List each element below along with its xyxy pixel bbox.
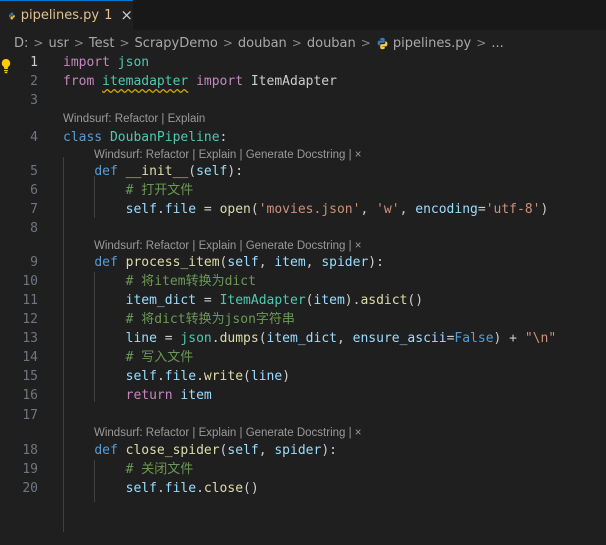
breadcrumb-item-symbols[interactable]: ...	[491, 36, 503, 51]
line-number: 7	[30, 202, 38, 217]
tab-pipelines-py[interactable]: pipelines.py 1 ×	[0, 0, 133, 30]
breadcrumb-item-test[interactable]: Test	[89, 36, 115, 51]
chevron-right-icon: >	[291, 36, 302, 50]
line-number: 13	[22, 331, 38, 346]
python-icon	[8, 12, 15, 19]
breadcrumb-item-douban[interactable]: douban	[238, 36, 287, 51]
line-number: 18	[22, 443, 38, 458]
line-number: 9	[30, 255, 38, 270]
breadcrumb-item-scrapydemo[interactable]: ScrapyDemo	[135, 36, 218, 51]
line-number: 6	[30, 183, 38, 198]
breadcrumb-item-drive[interactable]: D:	[14, 36, 28, 51]
tab-title: pipelines.py	[20, 8, 100, 23]
code-line-10[interactable]: # 将item转换为dict	[63, 272, 256, 291]
line-number: 16	[22, 388, 38, 403]
line-number: 8	[30, 221, 38, 236]
chevron-right-icon: >	[360, 36, 371, 50]
line-number: 14	[22, 350, 38, 365]
code-line-15[interactable]: self.file.write(line)	[63, 367, 290, 386]
code-line-12[interactable]: # 将dict转换为json字符串	[63, 310, 295, 329]
line-number: 5	[30, 164, 38, 179]
tab-bar: pipelines.py 1 ×	[0, 0, 606, 30]
line-number: 20	[22, 481, 38, 496]
line-number: 2	[30, 74, 38, 89]
line-number: 12	[22, 312, 38, 327]
chevron-right-icon: >	[476, 36, 487, 50]
code-line-14[interactable]: # 写入文件	[63, 348, 194, 367]
breadcrumb-item-usr[interactable]: usr	[48, 36, 68, 51]
codelens-class[interactable]: Windsurf: Refactor | Explain	[63, 110, 205, 129]
code-line-16[interactable]: return item	[63, 386, 212, 405]
code-line-11[interactable]: item_dict = ItemAdapter(item).asdict()	[63, 291, 423, 310]
code-editor[interactable]: 1 import json 2 from itemadapter import …	[0, 53, 606, 545]
code-line-4[interactable]: class DoubanPipeline:	[63, 128, 227, 147]
code-line-1[interactable]: import json	[63, 53, 149, 72]
code-line-6[interactable]: # 打开文件	[63, 181, 194, 200]
chevron-right-icon: >	[119, 36, 130, 50]
code-line-13[interactable]: line = json.dumps(item_dict, ensure_asci…	[63, 329, 557, 348]
code-line-9[interactable]: def process_item(self, item, spider):	[63, 253, 384, 272]
line-number: 19	[22, 462, 38, 477]
code-line-2[interactable]: from itemadapter import ItemAdapter	[63, 72, 337, 91]
line-number: 15	[22, 369, 38, 384]
line-number: 10	[22, 274, 38, 289]
line-number: 1	[30, 55, 38, 70]
code-line-7[interactable]: self.file = open('movies.json', 'w', enc…	[63, 200, 549, 219]
chevron-right-icon: >	[33, 36, 44, 50]
line-number: 11	[22, 293, 38, 308]
line-number: 3	[30, 93, 38, 108]
line-number: 17	[22, 408, 38, 423]
code-line-5[interactable]: def __init__(self):	[63, 162, 243, 181]
code-line-18[interactable]: def close_spider(self, spider):	[63, 441, 337, 460]
line-number: 4	[30, 130, 38, 145]
python-icon	[377, 37, 388, 49]
breadcrumb-item-douban-pkg[interactable]: douban	[307, 36, 356, 51]
code-line-19[interactable]: # 关闭文件	[63, 460, 194, 479]
code-line-20[interactable]: self.file.close()	[63, 479, 259, 498]
problems-badge: 1	[104, 8, 113, 23]
breadcrumb-item-file[interactable]: pipelines.py	[393, 36, 471, 51]
chevron-right-icon: >	[222, 36, 233, 50]
close-icon[interactable]: ×	[120, 8, 133, 23]
chevron-right-icon: >	[73, 36, 84, 50]
